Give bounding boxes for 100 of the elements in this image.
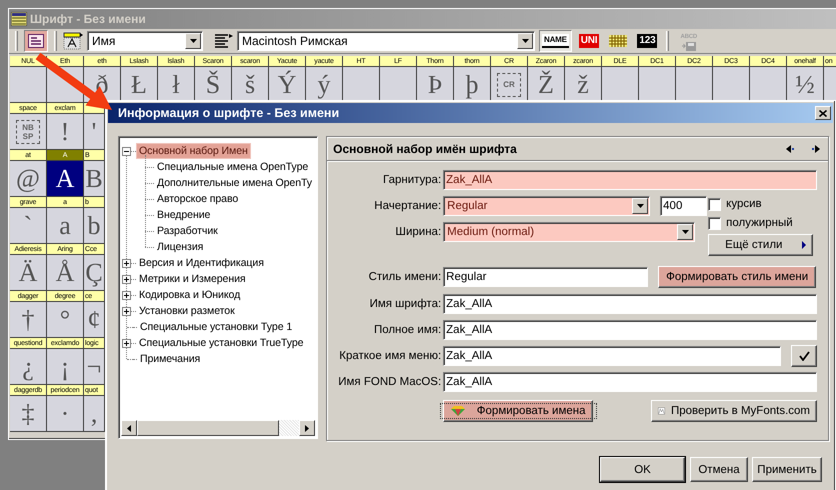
expand-toggle[interactable] bbox=[122, 290, 131, 300]
glyph-cell[interactable] bbox=[713, 67, 749, 103]
tree-item[interactable]: Примечания bbox=[138, 352, 202, 366]
glyph-cell[interactable]: ½ bbox=[787, 67, 823, 103]
tree-item[interactable]: Лицензия bbox=[155, 240, 206, 254]
glyph-cell[interactable]: ž bbox=[565, 67, 601, 103]
name-view-button[interactable]: NAME bbox=[539, 30, 572, 52]
glyph-cell[interactable] bbox=[343, 67, 379, 103]
name-field[interactable]: Zak_AllA bbox=[443, 294, 817, 314]
weight-field[interactable]: 400 bbox=[660, 196, 708, 216]
dialog-button[interactable]: Применить bbox=[752, 457, 822, 482]
style-select[interactable]: Regular bbox=[443, 196, 650, 216]
tree-item[interactable]: Разработчик bbox=[155, 224, 220, 238]
previous-icon[interactable] bbox=[786, 144, 794, 152]
glyph-cell[interactable]: A bbox=[47, 161, 83, 197]
encoding-select[interactable]: Macintosh Римская bbox=[237, 31, 535, 51]
dialog-title: Информация о шрифте - Без имени bbox=[118, 106, 340, 120]
glyph-cell[interactable]: Ž bbox=[528, 67, 564, 103]
width-select[interactable]: Medium (normal) bbox=[443, 222, 696, 242]
glyph-cell[interactable] bbox=[639, 67, 675, 103]
glyph-cell[interactable] bbox=[602, 67, 638, 103]
close-button[interactable] bbox=[815, 106, 831, 120]
glyph-cell[interactable]: ! bbox=[47, 114, 83, 150]
tree-item[interactable]: Авторское право bbox=[155, 192, 240, 206]
number-view-button[interactable]: 123 bbox=[634, 30, 660, 52]
glyph-cell[interactable]: ł bbox=[158, 67, 194, 103]
glyph-cell[interactable]: Ç bbox=[84, 255, 104, 291]
glyph-cell[interactable]: ¢ bbox=[84, 302, 104, 338]
glyph-cell[interactable]: a bbox=[47, 208, 83, 244]
field-label: Краткое имя меню: bbox=[338, 350, 442, 362]
checkbox[interactable] bbox=[708, 198, 722, 210]
tree-item[interactable]: Дополнительные имена OpenTy bbox=[155, 176, 314, 190]
caption-select[interactable]: Имя bbox=[87, 31, 203, 51]
expand-toggle[interactable] bbox=[122, 306, 131, 316]
glyph-cell[interactable]: Ł bbox=[121, 67, 157, 103]
name-field[interactable]: Zak_AllA bbox=[443, 372, 817, 392]
glyph-cell[interactable]: š bbox=[232, 67, 268, 103]
dialog-button[interactable]: OK bbox=[600, 457, 685, 482]
dialog-button[interactable]: Отмена bbox=[690, 457, 748, 482]
tree-item[interactable]: Установки разметок bbox=[137, 304, 237, 318]
expand-toggle[interactable] bbox=[122, 274, 131, 284]
glyph-cell[interactable]: NB SP bbox=[10, 114, 46, 150]
glyph-cell[interactable]: b bbox=[84, 208, 104, 244]
name-field[interactable]: Zak_AllA bbox=[443, 320, 817, 340]
tree-item[interactable]: Основной набор Имен bbox=[137, 144, 250, 158]
glyph-cell[interactable]: Ä bbox=[10, 255, 46, 291]
plus-icon bbox=[123, 276, 130, 282]
tree-line bbox=[145, 182, 154, 184]
glyph-cell[interactable] bbox=[380, 67, 416, 103]
scroll-left-button[interactable] bbox=[121, 420, 137, 436]
tree-line bbox=[145, 230, 154, 232]
glyph-cell[interactable]: þ bbox=[454, 67, 490, 103]
glyph-cell[interactable]: Þ bbox=[417, 67, 453, 103]
expand-toggle[interactable] bbox=[122, 258, 131, 268]
glyph-cell[interactable] bbox=[676, 67, 712, 103]
glyph-cell[interactable]: Ý bbox=[269, 67, 305, 103]
next-icon[interactable] bbox=[812, 144, 820, 152]
checkbox[interactable] bbox=[708, 216, 722, 230]
collapse-toggle[interactable] bbox=[122, 146, 131, 156]
caret-icon bbox=[682, 230, 689, 234]
glyph-cell[interactable] bbox=[750, 67, 786, 103]
scroll-right-button[interactable] bbox=[299, 420, 316, 436]
glyph-cell[interactable]: · bbox=[47, 396, 83, 432]
apply-check-button[interactable] bbox=[791, 345, 817, 367]
glyph-cell[interactable]: ‡ bbox=[10, 396, 46, 432]
tree-item[interactable]: Специальные установки TrueType bbox=[137, 336, 306, 350]
family-field[interactable]: Zak_AllA bbox=[443, 170, 817, 190]
plus-icon bbox=[123, 308, 130, 314]
more-styles-button[interactable]: Ещё стили bbox=[708, 234, 814, 256]
tree-item[interactable]: Специальные имена OpenType bbox=[155, 160, 310, 174]
glyph-cell[interactable]: ý bbox=[306, 67, 342, 103]
glyph-cell[interactable]: ¿ bbox=[10, 349, 46, 385]
unicode-view-button[interactable]: UNI bbox=[576, 30, 602, 52]
name-field[interactable]: Zak_AllA bbox=[443, 346, 781, 366]
glyph-cell[interactable]: ° bbox=[47, 302, 83, 338]
glyph-cell[interactable]: Å bbox=[47, 255, 83, 291]
control-char-box: CR bbox=[497, 72, 521, 96]
glyph-cell[interactable]: ‚ bbox=[84, 396, 104, 432]
build-style-name-button[interactable]: Формировать стиль имени bbox=[658, 266, 816, 288]
glyph-cell[interactable]: ¡ bbox=[47, 349, 83, 385]
tree-item[interactable]: Версия и Идентификация bbox=[137, 256, 266, 270]
glyph-cell[interactable]: ¬ bbox=[84, 349, 104, 385]
glyph-cell[interactable]: @ bbox=[10, 161, 46, 197]
tree-item[interactable]: Метрики и Измерения bbox=[137, 272, 248, 286]
tree-item[interactable]: Внедрение bbox=[155, 208, 212, 222]
horizontal-scrollbar[interactable] bbox=[121, 420, 316, 436]
font-info-button[interactable] bbox=[24, 30, 48, 52]
glyph-cell[interactable]: B bbox=[84, 161, 104, 197]
glyph-cell[interactable]: CR bbox=[491, 67, 527, 103]
glyph-cell[interactable]: † bbox=[10, 302, 46, 338]
glyph-cell[interactable] bbox=[10, 67, 46, 103]
tree-item[interactable]: Кодировка и Юникод bbox=[137, 288, 242, 302]
glyph-cell[interactable]: ' bbox=[84, 114, 104, 150]
scrollbar-thumb[interactable] bbox=[137, 420, 279, 436]
expand-toggle[interactable] bbox=[122, 338, 131, 348]
glyph-cell[interactable]: Š bbox=[195, 67, 231, 103]
check-myfonts-button[interactable]: Проверить в MyFonts.com bbox=[651, 400, 817, 422]
style-name-field[interactable]: Regular bbox=[443, 267, 648, 287]
tree-item[interactable]: Специальные установки Type 1 bbox=[138, 320, 294, 334]
glyph-cell[interactable]: ` bbox=[10, 208, 46, 244]
